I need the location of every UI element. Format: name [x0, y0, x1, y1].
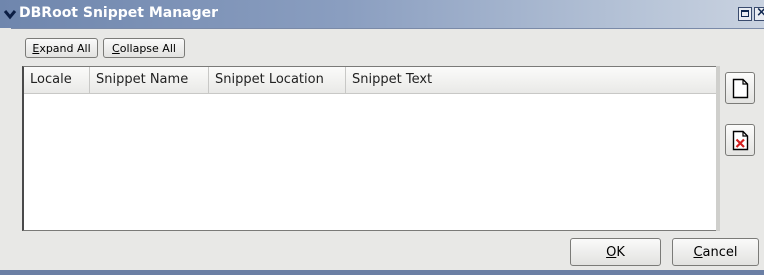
window-bottom-border	[0, 270, 764, 275]
expand-all-label: xpand All	[39, 42, 91, 55]
table-scrollbar[interactable]	[716, 66, 720, 231]
column-header-snippet-name[interactable]: Snippet Name	[90, 67, 209, 93]
column-header-snippet-location[interactable]: Snippet Location	[209, 67, 346, 93]
left-frame	[0, 28, 11, 270]
window-title: DBRoot Snippet Manager	[19, 5, 219, 21]
collapse-all-button[interactable]: Collapse All	[103, 38, 185, 58]
ok-label: K	[616, 245, 625, 260]
column-header-snippet-text[interactable]: Snippet Text	[346, 67, 719, 93]
cancel-mnemonic: C	[693, 245, 703, 260]
delete-snippet-button[interactable]	[725, 124, 755, 156]
collapse-all-label: ollapse All	[119, 42, 176, 55]
cancel-button[interactable]: Cancel	[672, 238, 759, 266]
window-menu-chevron-icon[interactable]	[3, 7, 17, 21]
new-snippet-button[interactable]	[725, 72, 755, 104]
table-header: Locale Snippet Name Snippet Location Sni…	[24, 67, 719, 94]
ok-mnemonic: O	[606, 245, 617, 260]
cancel-label: ancel	[702, 245, 738, 260]
new-document-icon	[732, 78, 749, 99]
ok-button[interactable]: OK	[570, 238, 661, 266]
expand-all-button[interactable]: Expand All	[25, 38, 98, 58]
title-bar[interactable]: DBRoot Snippet Manager	[0, 0, 764, 29]
close-button[interactable]	[754, 5, 764, 21]
collapse-all-mnemonic: C	[112, 42, 120, 55]
maximize-button[interactable]	[738, 7, 752, 21]
column-header-locale[interactable]: Locale	[24, 67, 90, 93]
snippet-manager-window: DBRoot Snippet Manager Expand All Collap…	[0, 0, 764, 275]
delete-document-icon	[732, 130, 749, 151]
snippet-table[interactable]: Locale Snippet Name Snippet Location Sni…	[22, 66, 719, 231]
